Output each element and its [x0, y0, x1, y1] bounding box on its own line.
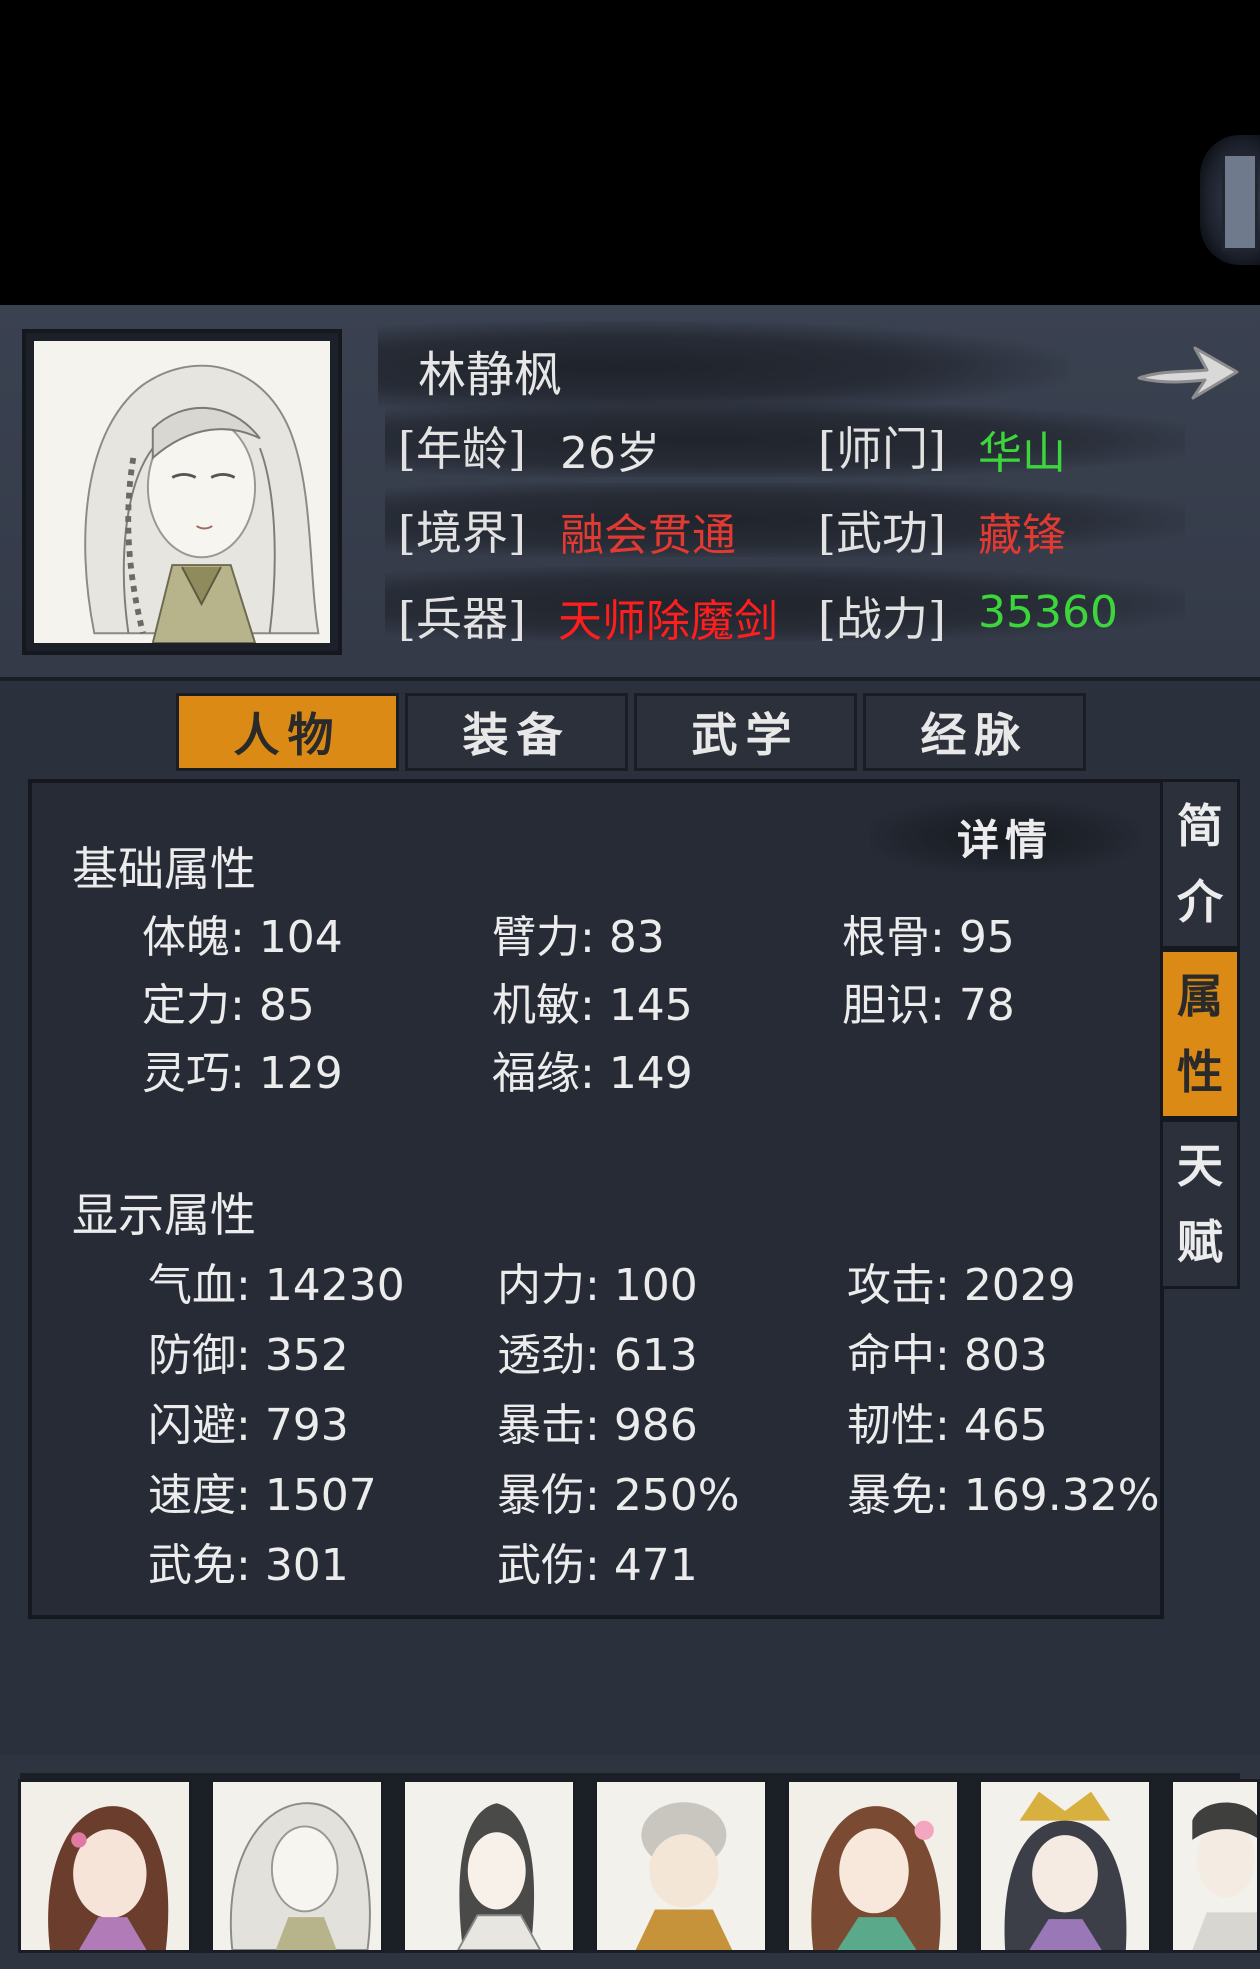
stat-mingzhong: 命中: 803 [847, 1330, 1048, 1381]
tab-martial-arts[interactable]: 武学 [634, 693, 857, 771]
stat-jimin: 机敏: 145 [492, 980, 693, 1031]
weapon-value: 天师除魔剑 [558, 596, 778, 647]
realm-value: 融会贯通 [560, 510, 736, 561]
stat-danshi: 胆识: 78 [842, 980, 1015, 1031]
power-value: 35360 [978, 587, 1118, 638]
realm-label: [境界] [398, 506, 526, 560]
stat-baomian: 暴免: 169.32% [847, 1470, 1160, 1521]
male-portrait-icon[interactable] [1170, 1779, 1260, 1953]
character-panel: 林静枫 [年龄] 26岁 [师门] 华山 [境界] 融会贯通 [武功] 藏锋 [… [0, 305, 1260, 1755]
stat-dingli: 定力: 85 [142, 980, 315, 1031]
next-character-arrow-icon[interactable] [1128, 325, 1248, 415]
male-swordsman-portrait-icon[interactable] [402, 1779, 576, 1953]
character-header: 林静枫 [年龄] 26岁 [师门] 华山 [境界] 融会贯通 [武功] 藏锋 [… [0, 305, 1260, 681]
tab-meridians[interactable]: 经脉 [863, 693, 1086, 771]
top-empty-area [0, 0, 1260, 305]
side-tab-attributes[interactable]: 属性 [1160, 949, 1240, 1119]
basic-attributes-title: 基础属性 [72, 842, 256, 896]
party-strip [0, 1755, 1260, 1969]
crowned-female-portrait-icon[interactable] [978, 1779, 1152, 1953]
attributes-content: 基础属性 详情 体魄: 104 臂力: 83 根骨: 95 定力: 85 机敏:… [28, 779, 1164, 1619]
skill-label: [武功] [818, 506, 946, 560]
stat-renxing: 韧性: 465 [847, 1400, 1048, 1451]
stat-fuyuan: 福缘: 149 [492, 1048, 693, 1099]
stat-shanbi: 闪避: 793 [148, 1400, 349, 1451]
lin-jingfeng-portrait-icon[interactable] [210, 1779, 384, 1953]
stat-tipo: 体魄: 104 [142, 912, 343, 963]
stat-baoji: 暴击: 986 [497, 1400, 698, 1451]
weapon-label: [兵器] [398, 592, 526, 646]
stat-toujin: 透劲: 613 [497, 1330, 698, 1381]
stat-baoshang: 暴伤: 250% [497, 1470, 740, 1521]
stat-sudu: 速度: 1507 [148, 1470, 377, 1521]
sect-value: 华山 [978, 428, 1066, 479]
female-flower-portrait-icon[interactable] [786, 1779, 960, 1953]
display-attributes-title: 显示属性 [72, 1188, 256, 1242]
age-label: [年龄] [398, 422, 526, 476]
book-menu-icon[interactable] [1200, 135, 1260, 265]
stat-wumian: 武免: 301 [148, 1540, 349, 1591]
side-tab-intro[interactable]: 简介 [1160, 779, 1240, 949]
tab-character[interactable]: 人物 [176, 693, 399, 771]
monk-portrait-icon[interactable] [594, 1779, 768, 1953]
stat-fangyu: 防御: 352 [148, 1330, 349, 1381]
stat-bili: 臂力: 83 [492, 912, 665, 963]
stat-gongji: 攻击: 2029 [847, 1260, 1076, 1311]
stat-neili: 内力: 100 [497, 1260, 698, 1311]
stat-wushang: 武伤: 471 [497, 1540, 698, 1591]
sect-label: [师门] [818, 422, 946, 476]
stat-gengu: 根骨: 95 [842, 912, 1015, 963]
power-label: [战力] [818, 592, 946, 646]
stat-qixue: 气血: 14230 [148, 1260, 405, 1311]
portrait-frame [22, 329, 342, 655]
stat-lingqiao: 灵巧: 129 [142, 1048, 343, 1099]
tab-equipment[interactable]: 装备 [405, 693, 628, 771]
character-portrait-icon [34, 341, 330, 643]
details-button[interactable]: 详情 [870, 801, 1140, 873]
age-value: 26岁 [560, 428, 660, 479]
skill-value: 藏锋 [978, 510, 1066, 561]
side-tab-talents[interactable]: 天赋 [1160, 1119, 1240, 1289]
main-tabs: 人物 装备 武学 经脉 [176, 693, 1086, 775]
character-name: 林静枫 [418, 347, 563, 403]
female-portrait-icon[interactable] [18, 1779, 192, 1953]
